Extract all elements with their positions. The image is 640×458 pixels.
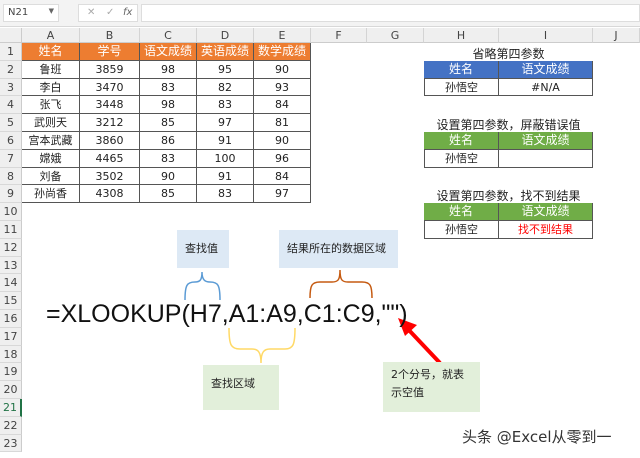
- lookup-value-brace: [184, 271, 221, 301]
- callout-lookup-value: 查找值: [177, 230, 229, 268]
- callout-result-range: 结果所在的数据区域: [279, 230, 398, 268]
- watermark: 头条 @Excel从零到一: [462, 428, 612, 446]
- lookup-range-brace: [228, 327, 296, 364]
- annotation-layer: [184, 269, 442, 365]
- result-range-brace: [309, 269, 373, 299]
- callout-note: 2个分号，就表示空值: [383, 362, 480, 412]
- red-arrow: [404, 325, 442, 365]
- callout-lookup-range: 查找区域: [203, 365, 279, 410]
- formula-text: =XLOOKUP(H7,A1:A9,C1:C9,""): [46, 300, 408, 328]
